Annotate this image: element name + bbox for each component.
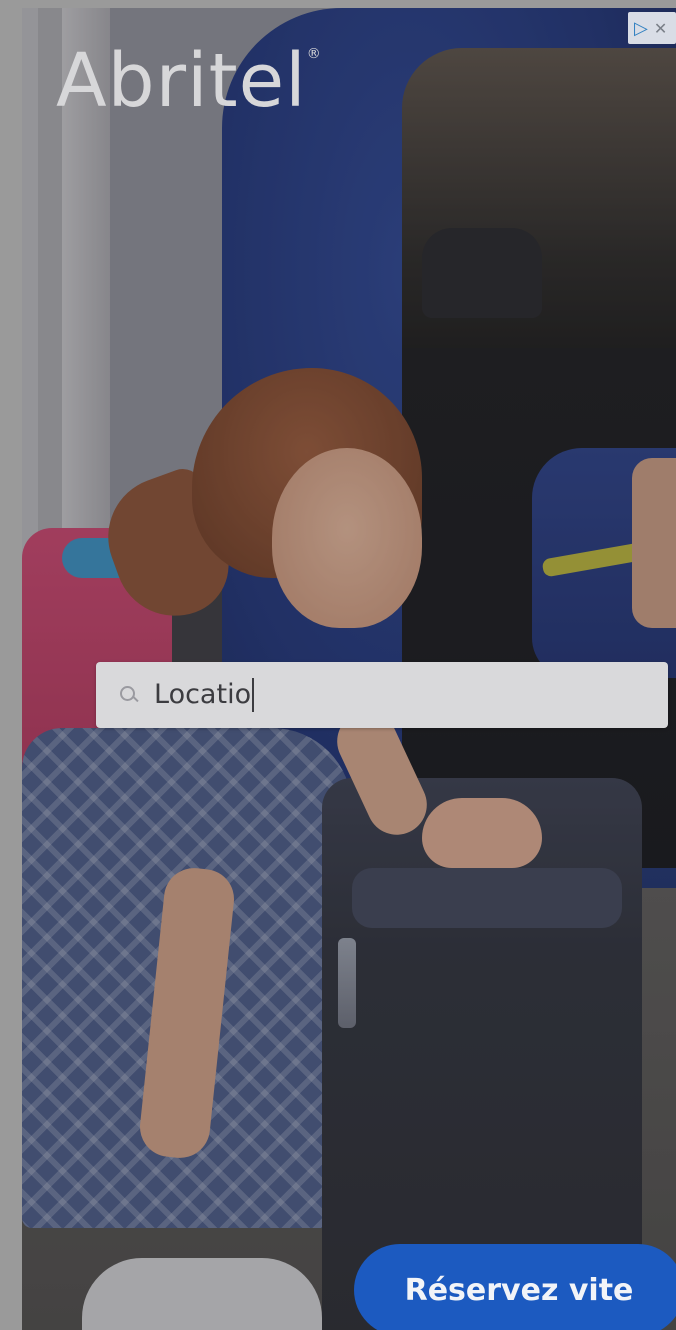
adchoices-icon[interactable]: ▷ [634,18,648,39]
search-typed-text: Locatio [154,678,255,712]
brand-logo[interactable]: Abritel® [56,38,322,124]
ad-frame: Abritel® Locatio Réservez vite ▷ ✕ [0,0,676,1330]
location-search-input[interactable]: Locatio [96,662,668,728]
close-icon[interactable]: ✕ [654,19,667,38]
search-icon [118,684,140,706]
ad-banner[interactable]: Abritel® Locatio Réservez vite [22,8,676,1330]
registered-mark: ® [306,46,322,63]
book-now-button[interactable]: Réservez vite [354,1244,676,1330]
brand-logo-text: Abritel [56,38,307,124]
adchoices-badge[interactable]: ▷ ✕ [628,12,676,44]
